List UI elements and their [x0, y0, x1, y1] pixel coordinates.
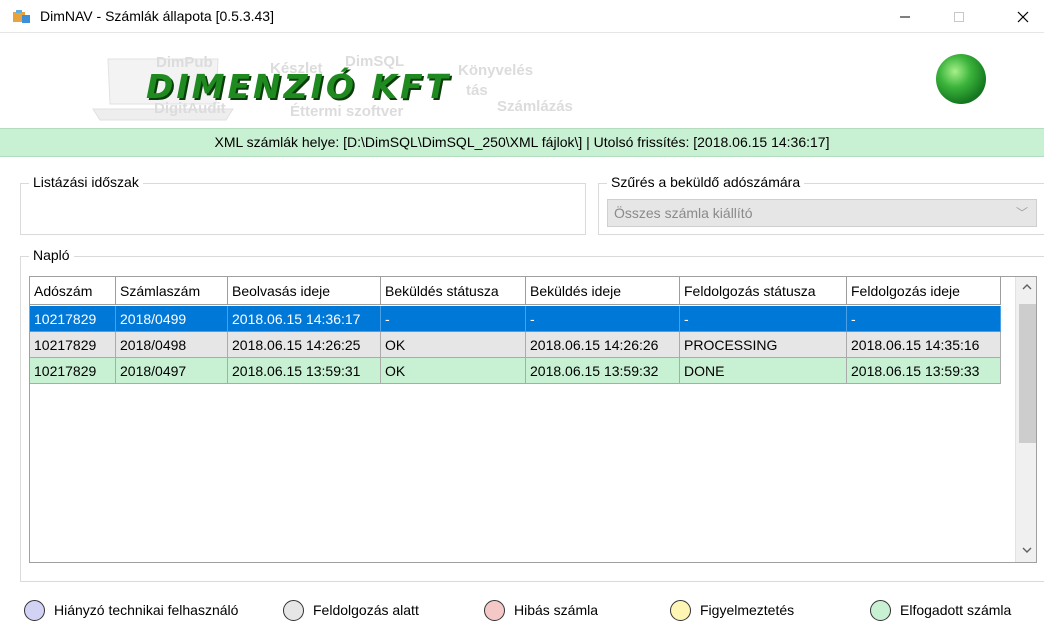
read-time-cell: 2018.06.15 13:59:31: [228, 358, 381, 384]
invoice-number-cell: 2018/0497: [116, 358, 228, 384]
scrollbar-thumb[interactable]: [1019, 304, 1036, 443]
issuer-filter-select[interactable]: Összes számla kiállító ﹀: [607, 199, 1037, 227]
submit-status-cell: -: [381, 306, 526, 332]
legend-label: Hiányzó technikai felhasználó: [54, 602, 239, 618]
read-time-cell: 2018.06.15 14:36:17: [228, 306, 381, 332]
log-group-label: Napló: [29, 247, 74, 263]
legend-swatch: [670, 599, 691, 621]
scroll-up-button[interactable]: [1016, 277, 1036, 299]
processing-time-cell: 2018.06.15 13:59:33: [847, 358, 1001, 384]
legend-item: Feldolgozás alatt: [283, 597, 419, 623]
globe-icon: [936, 54, 986, 104]
invoice-number-cell: 2018/0499: [116, 306, 228, 332]
read-time-cell: 2018.06.15 14:26:25: [228, 332, 381, 358]
company-logo: DIMENZIÓ KFT: [146, 67, 452, 106]
invoice-log-table[interactable]: Adószám Számlaszám Beolvasás ideje Bekül…: [29, 276, 1037, 563]
column-header[interactable]: Beküldés státusza: [381, 277, 526, 305]
vertical-scrollbar[interactable]: [1015, 277, 1036, 562]
maximize-button[interactable]: [936, 0, 982, 33]
xml-location-status: XML számlák helye: [D:\DimSQL\DimSQL_250…: [0, 128, 1044, 157]
legend-label: Feldolgozás alatt: [313, 602, 419, 618]
legend-swatch: [24, 599, 45, 621]
processing-time-cell: 2018.06.15 14:35:16: [847, 332, 1001, 358]
minimize-button[interactable]: [882, 0, 928, 33]
legend-item: Figyelmeztetés: [670, 597, 794, 623]
column-header[interactable]: Beolvasás ideje: [228, 277, 381, 305]
banner-word: Könyvelés: [458, 62, 534, 79]
column-header[interactable]: Feldolgozás ideje: [847, 277, 1001, 305]
banner-word: Számlázás: [497, 98, 573, 115]
issuer-filter-value: Összes számla kiállító: [614, 205, 753, 221]
tax-number-cell: 10217829: [30, 358, 116, 384]
legend-swatch: [283, 599, 304, 621]
scroll-down-button[interactable]: [1016, 540, 1036, 562]
legend-item: Hibás számla: [484, 597, 598, 623]
legend-swatch: [484, 599, 505, 621]
listing-period-group: Listázási időszak: [20, 174, 586, 235]
close-button[interactable]: [1000, 0, 1044, 33]
processing-status-cell: DONE: [680, 358, 847, 384]
column-header[interactable]: Adószám: [30, 277, 116, 305]
filter-group-label: Szűrés a beküldő adószámára: [607, 174, 805, 190]
legend-item: Elfogadott számla: [870, 597, 1011, 623]
submit-time-cell: 2018.06.15 14:26:26: [526, 332, 680, 358]
processing-status-cell: PROCESSING: [680, 332, 847, 358]
column-header[interactable]: Számlaszám: [116, 277, 228, 305]
close-icon: [1017, 11, 1029, 22]
chevron-down-icon: ﹀: [1015, 206, 1028, 220]
window-title: DimNAV - Számlák állapota [0.5.3.43]: [40, 8, 274, 24]
company-banner: DimPub Készlet DimSQL Könyvelés DigitAud…: [0, 34, 1044, 126]
column-header[interactable]: Feldolgozás státusza: [680, 277, 847, 305]
submit-status-cell: OK: [381, 358, 526, 384]
app-icon: [13, 10, 30, 23]
legend-label: Elfogadott számla: [900, 602, 1012, 618]
title-bar: DimNAV - Számlák állapota [0.5.3.43]: [0, 0, 1044, 33]
submit-time-cell: 2018.06.15 13:59:32: [526, 358, 680, 384]
submit-status-cell: OK: [381, 332, 526, 358]
legend-label: Hibás számla: [514, 602, 599, 618]
listing-period-label: Listázási időszak: [29, 174, 143, 190]
legend-label: Figyelmeztetés: [700, 602, 795, 618]
table-row[interactable]: 10217829 2018/0499 2018.06.15 14:36:17 -…: [30, 306, 1014, 332]
table-row[interactable]: 10217829 2018/0497 2018.06.15 13:59:31 O…: [30, 358, 1014, 384]
invoice-number-cell: 2018/0498: [116, 332, 228, 358]
tax-number-cell: 10217829: [30, 306, 116, 332]
column-header[interactable]: Beküldés ideje: [526, 277, 680, 305]
processing-time-cell: -: [847, 306, 1001, 332]
legend-swatch: [870, 599, 891, 621]
processing-status-cell: -: [680, 306, 847, 332]
banner-word: tás: [466, 82, 488, 99]
legend-item: Hiányzó technikai felhasználó: [24, 597, 238, 623]
chevron-up-icon: [1022, 284, 1031, 290]
tax-number-cell: 10217829: [30, 332, 116, 358]
table-row[interactable]: 10217829 2018/0498 2018.06.15 14:26:25 O…: [30, 332, 1014, 358]
maximize-icon: [954, 11, 964, 22]
minimize-icon: [900, 16, 910, 17]
chevron-down-icon: [1022, 547, 1031, 553]
submit-time-cell: -: [526, 306, 680, 332]
